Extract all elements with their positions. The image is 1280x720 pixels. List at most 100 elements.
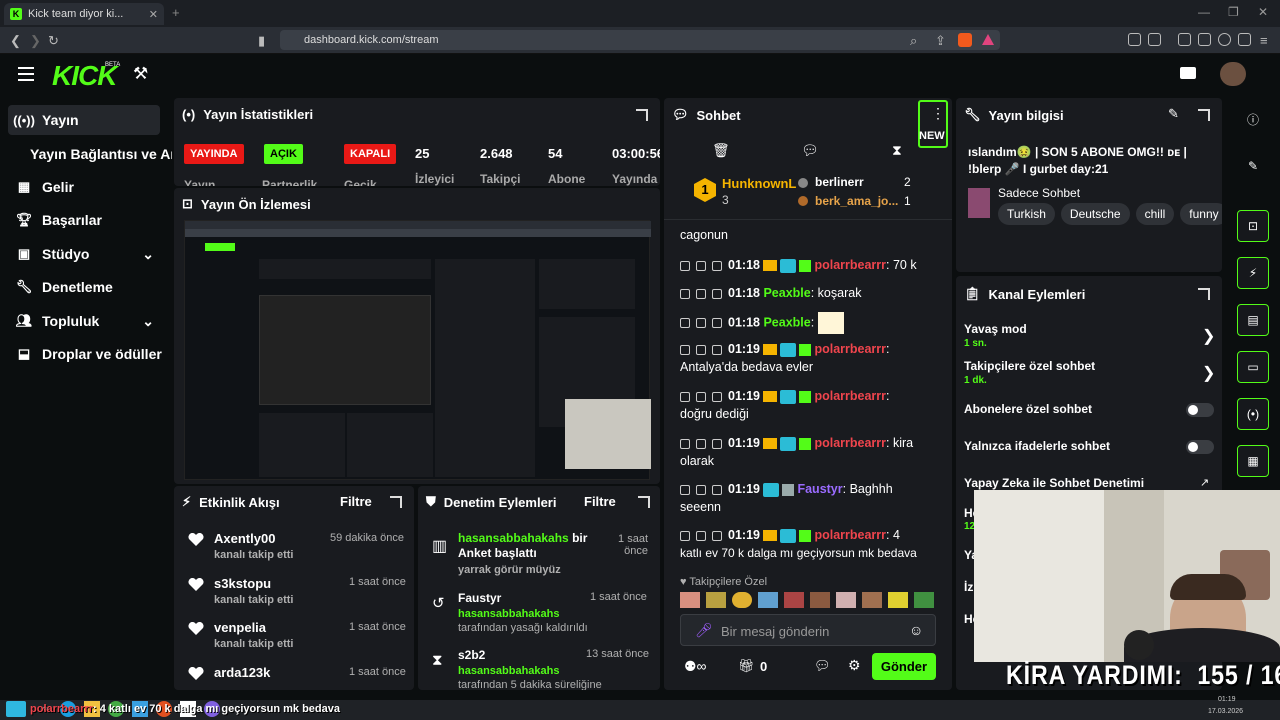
gifter-name[interactable]: berlinerr bbox=[815, 175, 864, 189]
close-window-icon[interactable]: ✕ bbox=[1258, 5, 1268, 19]
comment-icon[interactable]: 💬︎ bbox=[801, 142, 819, 159]
zoom-icon[interactable]: ⌕ bbox=[910, 33, 917, 49]
delete-message-icon[interactable] bbox=[680, 391, 690, 402]
leo-icon[interactable] bbox=[1218, 33, 1231, 46]
extension-icon[interactable] bbox=[1128, 33, 1141, 46]
tag[interactable]: Turkish bbox=[998, 203, 1055, 225]
bookmark-icon[interactable]: ▮ bbox=[258, 33, 265, 49]
sidebar-item-gelir[interactable]: ▦ Gelir bbox=[8, 172, 160, 202]
activity-user[interactable]: Axently00 bbox=[214, 531, 275, 546]
timeout-user-icon[interactable] bbox=[696, 484, 706, 495]
tag[interactable]: Deutsche bbox=[1060, 203, 1130, 225]
emote-icon[interactable] bbox=[836, 592, 856, 608]
activity-user[interactable]: arda123k bbox=[214, 665, 270, 680]
stream-preview-video[interactable] bbox=[184, 220, 651, 480]
message-user[interactable]: Peaxble bbox=[763, 286, 810, 300]
mic-icon[interactable]: 🎤︎ bbox=[695, 622, 713, 639]
message-user[interactable]: polarrbearrr bbox=[814, 528, 886, 542]
emote-icon[interactable] bbox=[706, 592, 726, 608]
mod-user[interactable]: s2b2 bbox=[458, 648, 485, 662]
emote-icon[interactable] bbox=[758, 592, 778, 608]
delete-message-icon[interactable] bbox=[680, 260, 690, 271]
ban-user-icon[interactable] bbox=[712, 484, 722, 495]
new-tab-icon[interactable]: + bbox=[172, 5, 180, 20]
sidebar-item-droplar[interactable]: ⬓ Droplar ve ödüller bbox=[8, 339, 172, 369]
reload-icon[interactable]: ↻ bbox=[48, 33, 59, 49]
mod-user[interactable]: hasansabbahakahs bbox=[458, 531, 569, 545]
message-user[interactable]: polarrbearrr bbox=[814, 342, 886, 356]
timeout-user-icon[interactable] bbox=[696, 288, 706, 299]
timeout-user-icon[interactable] bbox=[696, 344, 706, 355]
emote-icon[interactable] bbox=[810, 592, 830, 608]
chevron-right-icon[interactable]: ❯ bbox=[1202, 363, 1215, 383]
menu-icon[interactable]: ≡ bbox=[1260, 33, 1268, 48]
rewards-icon[interactable] bbox=[982, 34, 994, 45]
forward-icon[interactable]: ❯ bbox=[30, 33, 41, 49]
timeout-user-icon[interactable] bbox=[696, 391, 706, 402]
activity-user[interactable]: venpelia bbox=[214, 620, 266, 635]
message-user[interactable]: Faustyr bbox=[797, 482, 842, 496]
delete-message-icon[interactable] bbox=[680, 318, 690, 328]
emote-icon[interactable] bbox=[784, 592, 804, 608]
trash-icon[interactable]: 🗑︎ bbox=[712, 142, 730, 159]
info-icon[interactable]: ⓘ bbox=[1237, 103, 1269, 135]
ban-user-icon[interactable] bbox=[712, 391, 722, 402]
brave-shield-icon[interactable] bbox=[958, 33, 972, 47]
expand-icon[interactable] bbox=[638, 496, 650, 508]
camera-icon[interactable]: ⊡ bbox=[1237, 210, 1269, 242]
avatar[interactable] bbox=[1220, 62, 1246, 86]
activity-user[interactable]: s3kstopu bbox=[214, 576, 271, 591]
top-gifter-name[interactable]: HunknownL bbox=[722, 176, 796, 191]
gear-icon[interactable]: ⚙ bbox=[848, 657, 861, 674]
sidebar-item-stream-key[interactable]: Yayın Bağlantısı ve Anahtarı bbox=[8, 139, 172, 169]
send-button[interactable]: Gönder bbox=[872, 653, 936, 680]
emoji-icon[interactable]: ☺ bbox=[909, 622, 923, 638]
timeout-user-icon[interactable] bbox=[696, 530, 706, 541]
broadcast-icon[interactable]: (•) bbox=[1237, 398, 1269, 430]
wallet-icon[interactable] bbox=[1148, 33, 1161, 46]
chat-settings-bubble-icon[interactable]: 💬︎ bbox=[814, 658, 831, 674]
emote-icon[interactable] bbox=[732, 592, 752, 608]
points-icon[interactable]: ⚉∞ bbox=[684, 658, 707, 675]
message-user[interactable]: polarrbearrr bbox=[814, 258, 886, 272]
kick-tv-icon[interactable] bbox=[1180, 67, 1196, 79]
lightning-icon[interactable]: ⚡︎ bbox=[1237, 257, 1269, 289]
ban-user-icon[interactable] bbox=[712, 344, 722, 355]
message-user[interactable]: polarrbearrr bbox=[814, 436, 886, 450]
sidebar-item-basarilar[interactable]: 🏆︎ Başarılar bbox=[8, 205, 160, 235]
gifter-name[interactable]: berk_ama_jo... bbox=[815, 194, 898, 208]
emote-icon[interactable] bbox=[680, 592, 700, 608]
sidebar-toggle-icon[interactable] bbox=[1178, 33, 1191, 46]
hourglass-icon[interactable]: ⧗ bbox=[892, 142, 902, 159]
emotes-only-toggle[interactable] bbox=[1186, 440, 1214, 454]
expand-icon[interactable] bbox=[390, 496, 402, 508]
hammer-icon[interactable]: ⚒ bbox=[133, 64, 148, 84]
moderation-filter-button[interactable]: Filtre bbox=[584, 494, 616, 509]
reader-icon[interactable] bbox=[1198, 33, 1211, 46]
close-tab-icon[interactable]: ✕ bbox=[149, 8, 158, 21]
expand-icon[interactable] bbox=[636, 109, 648, 121]
subs-only-toggle[interactable] bbox=[1186, 403, 1214, 417]
sidebar-item-topluluk[interactable]: 👥︎ Topluluk ⌄ bbox=[8, 306, 160, 336]
message-user[interactable]: polarrbearrr bbox=[814, 389, 886, 403]
mod-user[interactable]: Faustyr bbox=[458, 591, 501, 605]
vpn-icon[interactable] bbox=[1238, 33, 1251, 46]
url-field[interactable]: dashboard.kick.com/stream bbox=[280, 30, 1000, 50]
expand-icon[interactable] bbox=[1198, 288, 1210, 300]
chat-input[interactable]: 🎤︎ Bir mesaj gönderin ☺ bbox=[680, 614, 936, 646]
sidebar-item-yayin[interactable]: ((•)) Yayın bbox=[8, 105, 160, 135]
pencil-icon[interactable]: ✎ bbox=[1237, 150, 1269, 182]
activity-filter-button[interactable]: Filtre bbox=[340, 494, 372, 509]
share-icon[interactable]: ⇪ bbox=[935, 33, 946, 49]
ban-user-icon[interactable] bbox=[712, 530, 722, 541]
chat-icon[interactable]: ▭ bbox=[1237, 351, 1269, 383]
external-link-icon[interactable]: ↗ bbox=[1200, 476, 1209, 489]
minimize-icon[interactable]: — bbox=[1198, 5, 1210, 19]
mod-by[interactable]: hasansabbahakahs bbox=[458, 608, 560, 620]
ban-user-icon[interactable] bbox=[712, 438, 722, 449]
sidebar-item-denetleme[interactable]: 🔧︎ Denetleme bbox=[8, 272, 160, 302]
expand-icon[interactable] bbox=[1198, 109, 1210, 121]
layout-icon[interactable]: ▦ bbox=[1237, 445, 1269, 477]
delete-message-icon[interactable] bbox=[680, 438, 690, 449]
sidebar-item-studyo[interactable]: ▣ Stüdyo ⌄ bbox=[8, 239, 160, 269]
